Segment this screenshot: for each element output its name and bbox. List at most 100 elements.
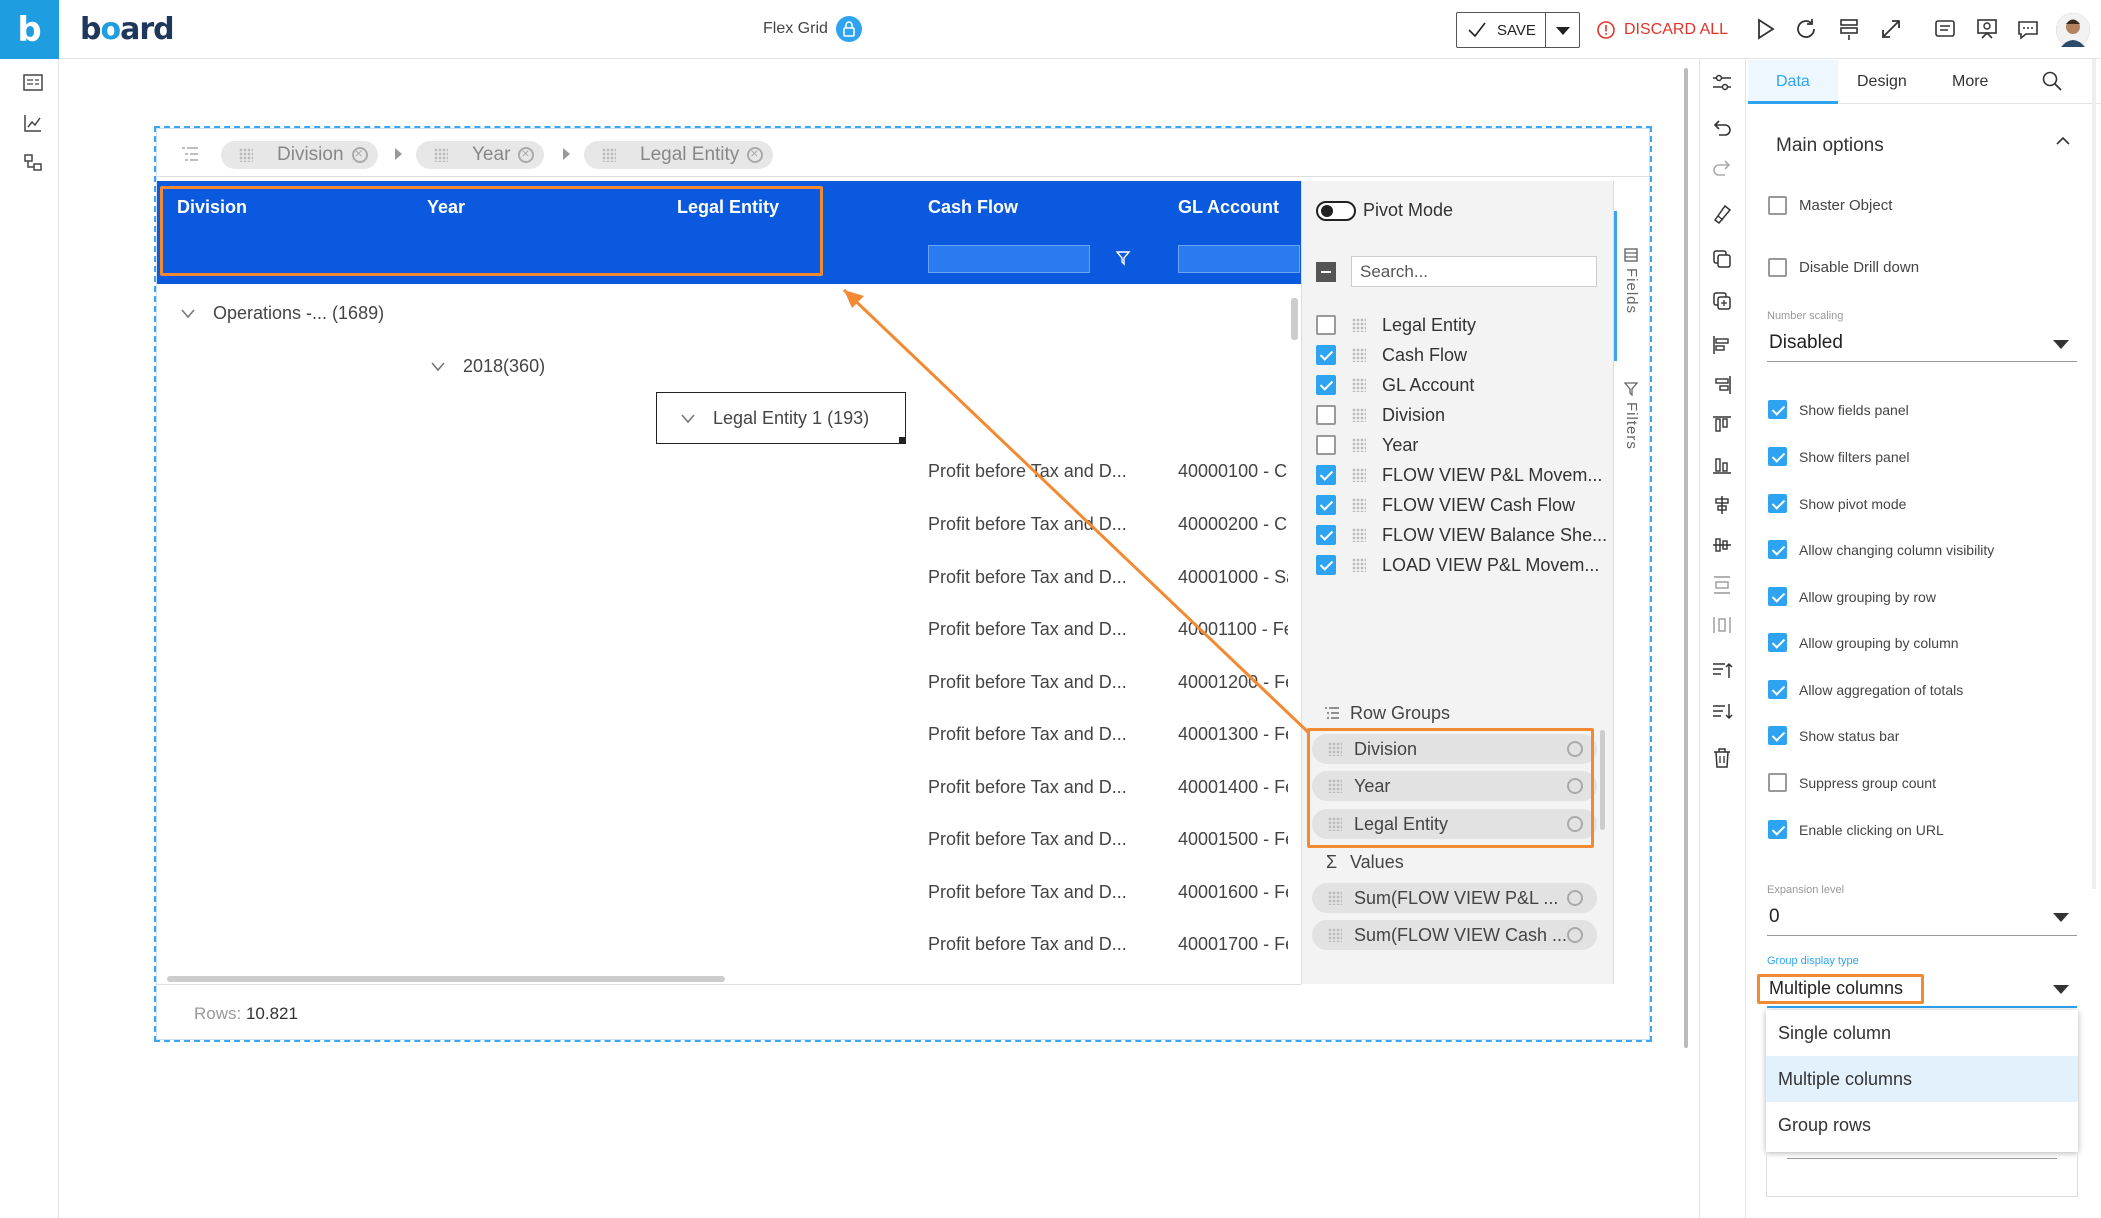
group-chip-legal-entity[interactable]: Legal Entity [584, 141, 774, 169]
discard-all-button[interactable]: DISCARD ALL [1596, 12, 1728, 48]
field-search-input[interactable]: Search... [1351, 256, 1597, 287]
field-item[interactable]: Legal Entity [1316, 312, 1476, 338]
chart-edit-icon[interactable] [22, 112, 44, 134]
expansion-level-select[interactable]: 0 [1769, 906, 1780, 928]
distribute-vertical-icon[interactable] [1710, 573, 1734, 597]
chevron-down-icon[interactable] [180, 308, 196, 320]
align-middle-icon[interactable] [1710, 533, 1734, 557]
tab-more[interactable]: More [1952, 73, 1988, 91]
field-item[interactable]: LOAD VIEW P&L Movem... [1316, 552, 1599, 578]
option-disable-drill-down[interactable]: Disable Drill down [1768, 258, 1919, 277]
hierarchy-icon[interactable] [22, 152, 44, 174]
remove-icon [1567, 927, 1583, 943]
dropdown-option-multiple-columns[interactable]: Multiple columns [1766, 1056, 2078, 1102]
board-logo-text: board [80, 12, 175, 47]
dropdown-option-single-column[interactable]: Single column [1766, 1010, 2078, 1056]
tab-design[interactable]: Design [1857, 73, 1907, 91]
chevron-down-icon[interactable] [2053, 985, 2069, 994]
bring-forward-icon[interactable] [1710, 658, 1734, 682]
filter-icon[interactable] [1624, 382, 1638, 396]
chevron-up-icon[interactable] [2054, 135, 2072, 147]
chevron-right-icon [563, 148, 570, 160]
row-group-bar [157, 133, 1649, 177]
field-item[interactable]: FLOW VIEW Balance She... [1316, 522, 1607, 548]
undo-icon[interactable] [1710, 116, 1734, 140]
canvas-scrollbar[interactable] [1684, 68, 1688, 1048]
redo-icon[interactable] [1710, 156, 1734, 180]
align-top-icon[interactable] [1710, 413, 1734, 437]
header-cash-flow[interactable]: Cash Flow [928, 197, 1018, 218]
filter-icon[interactable] [1115, 250, 1131, 266]
distribute-horizontal-icon[interactable] [1710, 613, 1734, 637]
tab-data[interactable]: Data [1776, 73, 1810, 91]
dropdown-option-group-rows[interactable]: Group rows [1766, 1102, 2078, 1148]
screen-list-icon[interactable] [22, 72, 44, 94]
trash-icon[interactable] [1710, 746, 1734, 770]
values-label: Values [1350, 852, 1404, 872]
sliders-icon[interactable] [1710, 71, 1734, 95]
search-icon[interactable] [2041, 70, 2063, 92]
chat-icon[interactable] [2015, 16, 2041, 42]
notes-icon[interactable] [1932, 16, 1958, 42]
fields-panel [1301, 181, 1613, 984]
group-chip-division[interactable]: Division [221, 141, 378, 169]
align-bottom-icon[interactable] [1710, 453, 1734, 477]
option-suppress-group-count[interactable]: Suppress group count [1768, 773, 1936, 792]
group-level2[interactable]: 2018(360) [463, 356, 545, 377]
field-item[interactable]: GL Account [1316, 372, 1474, 398]
value-pill[interactable]: Sum(FLOW VIEW Cash ... [1312, 920, 1597, 950]
group-level1[interactable]: Operations -... (1689) [213, 303, 384, 324]
field-item[interactable]: Cash Flow [1316, 342, 1467, 368]
save-button[interactable]: SAVE [1456, 12, 1580, 48]
refresh-icon[interactable] [1793, 16, 1819, 42]
align-left-icon[interactable] [1710, 333, 1734, 357]
option-enable-clicking-url[interactable]: Enable clicking on URL [1768, 820, 1944, 839]
grid-horizontal-scrollbar[interactable] [167, 976, 725, 982]
option-show-pivot-mode[interactable]: Show pivot mode [1768, 494, 1906, 513]
tool-strip [1699, 59, 1746, 1218]
pivot-mode-toggle[interactable] [1316, 201, 1356, 221]
option-allow-grouping-row[interactable]: Allow grouping by row [1768, 587, 1936, 606]
option-show-fields-panel[interactable]: Show fields panel [1768, 400, 1909, 419]
expand-icon[interactable] [1878, 16, 1904, 42]
avatar[interactable] [2056, 13, 2090, 47]
board-logo-icon[interactable]: b [0, 0, 59, 59]
tab-fields[interactable]: Fields [1623, 268, 1640, 314]
align-center-icon[interactable] [1710, 493, 1734, 517]
select-all-checkbox[interactable] [1316, 262, 1336, 282]
chevron-down-icon[interactable] [680, 413, 696, 425]
option-allow-column-visibility[interactable]: Allow changing column visibility [1768, 540, 1994, 559]
gl-account-filter-input[interactable] [1178, 245, 1300, 273]
copy-icon[interactable] [1710, 247, 1734, 271]
save-label: SAVE [1497, 22, 1536, 39]
option-allow-aggregation-totals[interactable]: Allow aggregation of totals [1768, 680, 1963, 699]
option-allow-grouping-column[interactable]: Allow grouping by column [1768, 633, 1959, 652]
field-item[interactable]: Division [1316, 402, 1445, 428]
align-right-icon[interactable] [1710, 373, 1734, 397]
send-backward-icon[interactable] [1710, 700, 1734, 724]
cash-flow-filter-input[interactable] [928, 245, 1090, 273]
paste-icon[interactable] [1710, 289, 1734, 313]
group-chip-year[interactable]: Year [416, 141, 545, 169]
chevron-down-icon[interactable] [430, 361, 446, 373]
row-groups-scrollbar[interactable] [1600, 730, 1605, 830]
number-scaling-select[interactable]: Disabled [1769, 332, 1843, 354]
tab-filters[interactable]: Filters [1623, 402, 1640, 450]
option-show-filters-panel[interactable]: Show filters panel [1768, 447, 1910, 466]
lock-icon[interactable] [836, 16, 862, 42]
chevron-down-icon[interactable] [2053, 340, 2069, 349]
field-item[interactable]: FLOW VIEW Cash Flow [1316, 492, 1575, 518]
header-gl-account[interactable]: GL Account [1178, 197, 1279, 218]
row-groups-label: Row Groups [1350, 703, 1451, 723]
value-pill[interactable]: Sum(FLOW VIEW P&L ... [1312, 883, 1597, 913]
layout-icon[interactable] [1836, 16, 1862, 42]
option-show-status-bar[interactable]: Show status bar [1768, 726, 1899, 745]
field-item[interactable]: FLOW VIEW P&L Movem... [1316, 462, 1602, 488]
option-master-object[interactable]: Master Object [1768, 196, 1892, 215]
chevron-down-icon[interactable] [2053, 913, 2069, 922]
format-painter-icon[interactable] [1710, 202, 1734, 226]
fields-icon[interactable] [1624, 248, 1638, 262]
presentation-icon[interactable] [1974, 16, 2000, 42]
play-icon[interactable] [1752, 16, 1778, 42]
field-item[interactable]: Year [1316, 432, 1418, 458]
